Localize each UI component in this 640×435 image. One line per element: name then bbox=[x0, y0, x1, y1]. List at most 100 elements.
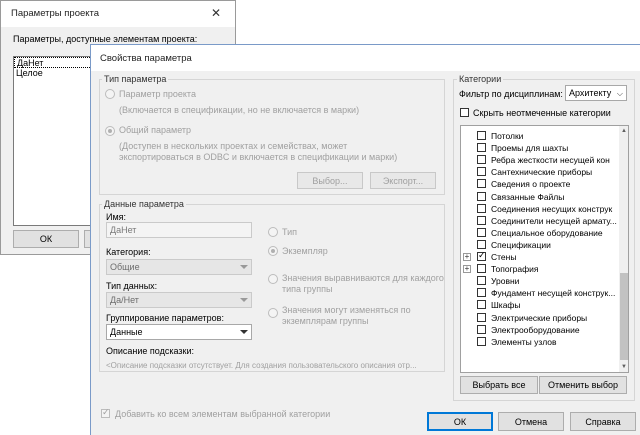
category-label: Сведения о проекте bbox=[491, 179, 571, 190]
category-checkbox[interactable] bbox=[477, 179, 486, 189]
shared-param-desc-1: (Доступен в нескольких проектах и семейс… bbox=[119, 141, 348, 151]
tree-row[interactable]: Электрические приборы bbox=[461, 312, 621, 324]
category-label: Сантехнические приборы bbox=[491, 167, 593, 178]
category-tree-scrollbar[interactable]: ▲ ▼ bbox=[619, 126, 628, 372]
category-checkbox[interactable] bbox=[477, 300, 486, 310]
category-checkbox[interactable] bbox=[477, 167, 486, 177]
chevron-down-icon bbox=[240, 330, 248, 334]
scroll-down-icon[interactable]: ▼ bbox=[619, 362, 628, 372]
expand-icon[interactable]: + bbox=[463, 265, 471, 274]
chevron-down-icon bbox=[240, 265, 248, 269]
category-checkbox[interactable] bbox=[477, 155, 486, 165]
discipline-filter-value: Архитекту bbox=[569, 88, 612, 98]
type-radio[interactable] bbox=[268, 227, 278, 237]
select-button[interactable]: Выбор... bbox=[297, 172, 363, 189]
tree-row[interactable]: Элементы узлов bbox=[461, 336, 621, 348]
tree-row[interactable]: + Стены bbox=[461, 250, 621, 263]
project-param-radio[interactable] bbox=[105, 89, 115, 99]
back-dialog-title: Параметры проекта bbox=[11, 8, 100, 19]
category-checkbox[interactable] bbox=[477, 324, 486, 334]
scroll-up-icon[interactable]: ▲ bbox=[619, 126, 628, 136]
category-checkbox[interactable] bbox=[477, 191, 486, 201]
tree-row[interactable]: Шкафы bbox=[461, 299, 621, 311]
discipline-filter-select[interactable]: Архитекту ⌵ bbox=[565, 85, 627, 101]
vary-label-1: Значения могут изменяться по bbox=[282, 305, 411, 315]
tree-row[interactable]: + Топография bbox=[461, 263, 621, 275]
dialog-title: Свойства параметра bbox=[100, 53, 192, 64]
category-label: Ребра жесткости несущей кон bbox=[491, 155, 610, 166]
tree-row[interactable]: Проемы для шахты bbox=[461, 142, 621, 154]
project-param-label: Параметр проекта bbox=[119, 89, 196, 99]
parameters-list[interactable]: ДаНет Целое bbox=[13, 56, 93, 226]
category-label: Связанные Файлы bbox=[491, 191, 565, 202]
category-checkbox[interactable] bbox=[477, 215, 486, 225]
category-label: Специальное оборудование bbox=[491, 227, 603, 238]
tree-row[interactable]: Соединители несущей армату... bbox=[461, 215, 621, 227]
data-type-value: Да/Нет bbox=[110, 295, 139, 305]
cancel-button[interactable]: Отмена bbox=[498, 412, 564, 431]
category-select[interactable]: Общие bbox=[106, 259, 252, 275]
help-button[interactable]: Справка bbox=[570, 412, 636, 431]
close-icon[interactable]: ✕ bbox=[207, 6, 225, 22]
tooltip-description[interactable]: <Описание подсказки отсутствует. Для соз… bbox=[106, 361, 436, 370]
tree-row[interactable]: Ребра жесткости несущей кон bbox=[461, 154, 621, 166]
tree-row[interactable]: Связанные Файлы bbox=[461, 191, 621, 203]
tree-row[interactable]: Соединения несущих конструк bbox=[461, 203, 621, 215]
category-label: Электрические приборы bbox=[491, 312, 588, 323]
shared-param-radio[interactable] bbox=[105, 126, 115, 136]
instance-radio-label: Экземпляр bbox=[282, 246, 328, 256]
category-checkbox[interactable] bbox=[477, 288, 486, 298]
grouping-label: Группирование параметров: bbox=[106, 313, 224, 323]
filter-label: Фильтр по дисциплинам: bbox=[459, 89, 563, 99]
list-item[interactable]: Целое bbox=[14, 68, 92, 79]
categories-legend: Категории bbox=[457, 74, 504, 84]
category-checkbox[interactable] bbox=[477, 264, 486, 274]
ok-button[interactable]: ОК bbox=[427, 412, 493, 431]
name-field[interactable]: ДаНет bbox=[106, 222, 252, 238]
parameter-data-legend: Данные параметра bbox=[102, 199, 186, 209]
category-checkbox[interactable] bbox=[477, 276, 486, 286]
list-item[interactable]: ДаНет bbox=[14, 57, 92, 68]
category-checkbox[interactable] bbox=[477, 312, 486, 322]
category-label: Топография bbox=[491, 264, 539, 275]
export-button[interactable]: Экспорт... bbox=[370, 172, 436, 189]
chevron-down-icon: ⌵ bbox=[616, 89, 623, 98]
category-checkbox[interactable] bbox=[477, 250, 486, 261]
hide-unchecked-checkbox[interactable] bbox=[460, 108, 469, 117]
category-checkbox[interactable] bbox=[477, 239, 486, 249]
tree-row[interactable]: Уровни bbox=[461, 275, 621, 287]
vary-radio[interactable] bbox=[268, 308, 278, 318]
tree-row[interactable]: Сведения о проекте bbox=[461, 178, 621, 190]
data-type-select[interactable]: Да/Нет bbox=[106, 292, 252, 308]
category-tree[interactable]: Потолки Проемы для шахты Ребра жесткости н… bbox=[460, 125, 629, 373]
add-all-checkbox[interactable] bbox=[101, 407, 110, 418]
tree-row[interactable]: Сантехнические приборы bbox=[461, 166, 621, 178]
scrollbar-thumb[interactable] bbox=[620, 273, 628, 360]
category-label: Проемы для шахты bbox=[491, 143, 569, 154]
grouping-select[interactable]: Данные bbox=[106, 324, 252, 340]
tree-row[interactable]: Электрооборудование bbox=[461, 324, 621, 336]
deselect-all-button[interactable]: Отменить выбор bbox=[539, 376, 627, 394]
category-checkbox[interactable] bbox=[477, 227, 486, 237]
tooltip-label: Описание подсказки: bbox=[106, 346, 194, 356]
expand-icon[interactable]: + bbox=[463, 253, 471, 261]
category-label: Категория: bbox=[106, 247, 151, 257]
category-label: Шкафы bbox=[491, 300, 521, 311]
category-checkbox[interactable] bbox=[477, 131, 486, 140]
category-label: Уровни bbox=[491, 276, 520, 287]
tree-row[interactable]: Специальное оборудование bbox=[461, 227, 621, 239]
aligned-radio[interactable] bbox=[268, 274, 278, 284]
tree-row[interactable]: Потолки bbox=[461, 130, 621, 142]
parameter-properties-dialog: Свойства параметра Тип параметра Парамет… bbox=[90, 44, 640, 435]
back-ok-button[interactable]: ОК bbox=[13, 230, 79, 248]
category-checkbox[interactable] bbox=[477, 203, 486, 213]
category-checkbox[interactable] bbox=[477, 143, 486, 153]
tree-row[interactable]: Фундамент несущей конструк... bbox=[461, 287, 621, 299]
aligned-label-1: Значения выравниваются для каждого bbox=[282, 273, 444, 283]
category-label: Соединения несущих конструк bbox=[491, 203, 613, 214]
select-all-button[interactable]: Выбрать все bbox=[460, 376, 538, 394]
category-checkbox[interactable] bbox=[477, 336, 486, 346]
instance-radio[interactable] bbox=[268, 246, 278, 256]
category-label: Элементы узлов bbox=[491, 336, 557, 347]
chevron-down-icon bbox=[240, 298, 248, 302]
